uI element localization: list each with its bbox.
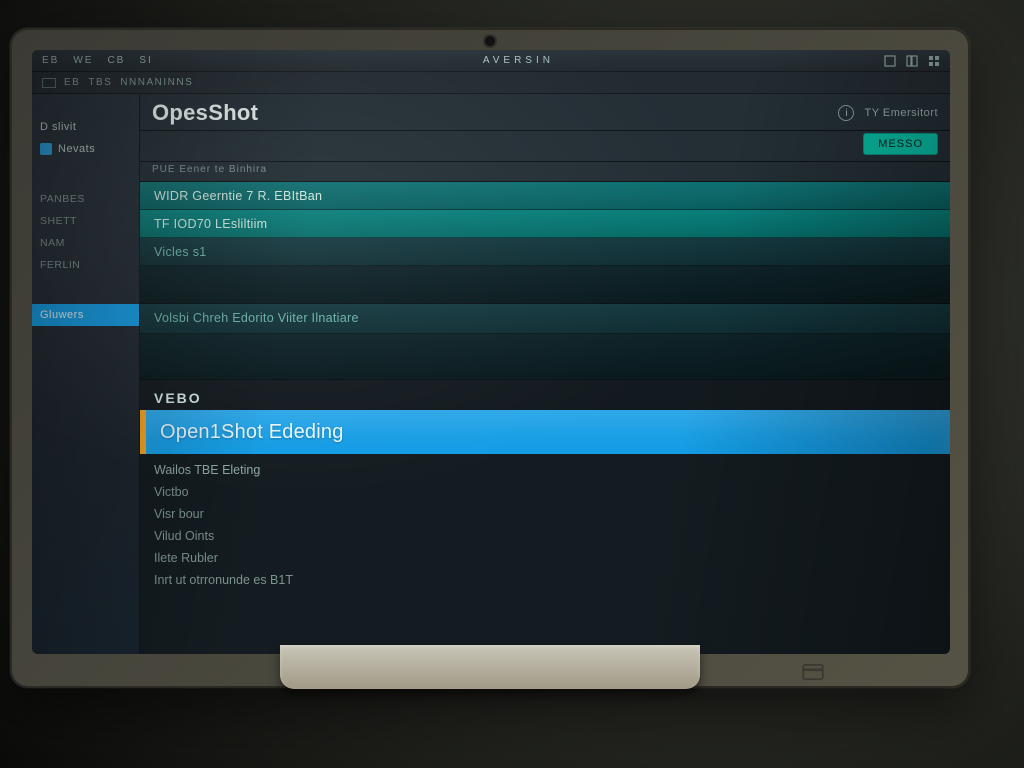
highlight-row[interactable]: Open1Shot Ededing — [140, 410, 950, 454]
osbar-title: AVERSIN — [483, 55, 554, 66]
sub-item[interactable]: NNNANINNS — [120, 77, 193, 88]
osbar-item[interactable]: EB — [42, 55, 59, 66]
track-row[interactable]: Vicles s1 — [140, 238, 950, 266]
app-subtitle: PUE Eener te Binhira — [140, 162, 950, 182]
list-item[interactable]: Visr bour — [154, 504, 936, 524]
track-label: Vicles s1 — [154, 245, 207, 259]
track-label: WIDR Geerntie 7 R. EBItBan — [154, 189, 322, 203]
list-item[interactable]: Wailos TBE Eleting — [154, 460, 936, 480]
sidebar-item-ferlin[interactable]: FERLIN — [32, 254, 139, 276]
track-row[interactable] — [140, 334, 950, 380]
sidebar-item-label: SHETT — [40, 215, 77, 227]
grid-icon[interactable] — [928, 55, 940, 67]
workspace: D slivit Nevats PANBES SHETT NAM FERLIN … — [32, 94, 950, 654]
sidebar-item-label: D slivit — [40, 121, 76, 133]
sub-item[interactable]: EB — [64, 77, 80, 88]
screen: EB WE CB SI AVERSIN EB TBS NNNANINNS — [32, 50, 950, 654]
apple-logo-icon — [476, 652, 504, 680]
lower-list: Wailos TBE Eleting Victbo Visr bour Vilu… — [140, 454, 950, 654]
info-icon[interactable]: i — [838, 105, 854, 121]
monitor-frame: EB WE CB SI AVERSIN EB TBS NNNANINNS — [10, 28, 970, 688]
card-icon — [802, 664, 824, 680]
sidebar-item-shett[interactable]: SHETT — [32, 210, 139, 232]
sidebar-item-label: Nevats — [58, 143, 95, 155]
sub-chip-icon[interactable] — [42, 78, 56, 88]
sidebar-item-slivit[interactable]: D slivit — [32, 116, 139, 138]
app-title: OpesShot — [152, 100, 258, 126]
layout-icon[interactable] — [906, 55, 918, 67]
messo-button[interactable]: MESSO — [863, 133, 938, 155]
list-item[interactable]: Vilud Oints — [154, 526, 936, 546]
os-menubar: EB WE CB SI AVERSIN — [32, 50, 950, 72]
track-label: TF IOD70 LEsliltiim — [154, 217, 267, 231]
sidebar-item-label: Gluwers — [40, 309, 84, 321]
square-icon — [40, 143, 52, 155]
track-row[interactable]: TF IOD70 LEsliltiim — [140, 210, 950, 238]
sub-toolbar: EB TBS NNNANINNS — [32, 72, 950, 94]
osbar-item[interactable]: WE — [73, 55, 93, 66]
window-icon[interactable] — [884, 55, 896, 67]
sidebar-item-nevats[interactable]: Nevats — [32, 138, 139, 160]
track-row[interactable]: Volsbi Chreh Edorito Viiter Ilnatiare — [140, 304, 950, 334]
list-item[interactable]: Inrt ut otrronunde es B1T — [154, 570, 936, 590]
list-item[interactable]: Ilete Rubler — [154, 548, 936, 568]
sidebar-item-panbes[interactable]: PANBES — [32, 188, 139, 210]
app-header-row2: MESSO — [140, 131, 950, 162]
list-item[interactable]: Victbo — [154, 482, 936, 502]
track-row[interactable]: WIDR Geerntie 7 R. EBItBan — [140, 182, 950, 210]
sidebar-item-label: NAM — [40, 237, 65, 249]
highlight-title: Open1Shot Ededing — [146, 410, 358, 454]
sidebar-item-nam[interactable]: NAM — [32, 232, 139, 254]
track-label: Volsbi Chreh Edorito Viiter Ilnatiare — [154, 311, 359, 325]
sidebar: D slivit Nevats PANBES SHETT NAM FERLIN … — [32, 94, 140, 654]
main-panel: OpesShot i TY Emersitort MESSO PUE Eener… — [140, 94, 950, 654]
sub-item[interactable]: TBS — [88, 77, 112, 88]
timeline-tracks: WIDR Geerntie 7 R. EBItBan TF IOD70 LEsl… — [140, 182, 950, 380]
osbar-item[interactable]: SI — [139, 55, 152, 66]
track-row[interactable] — [140, 266, 950, 304]
osbar-item[interactable]: CB — [107, 55, 125, 66]
webcam-dot — [485, 36, 495, 46]
section-label-video: VEBO — [140, 380, 950, 410]
app-header: OpesShot i TY Emersitort — [140, 94, 950, 131]
sidebar-item-label: FERLIN — [40, 259, 80, 271]
sidebar-item-label: PANBES — [40, 193, 85, 205]
sidebar-item-gluwers[interactable]: Gluwers — [32, 304, 139, 326]
osbar-right-cluster — [884, 55, 940, 67]
panel-label: TY Emersitort — [864, 107, 938, 119]
